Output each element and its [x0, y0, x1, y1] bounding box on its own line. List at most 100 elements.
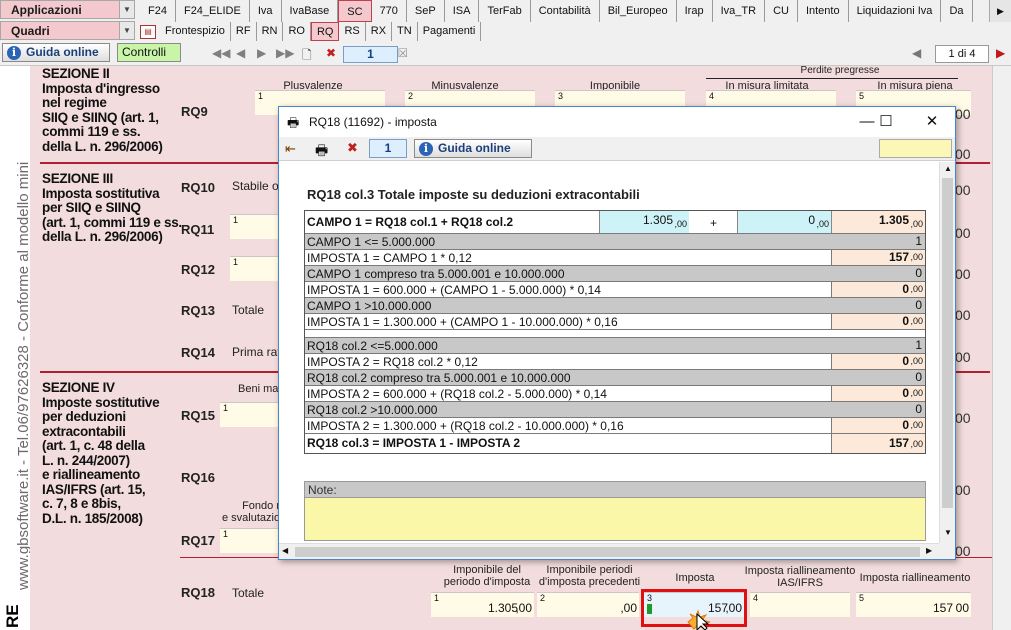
- tab-isa[interactable]: ISA: [445, 0, 480, 22]
- tab-f24[interactable]: F24: [140, 0, 176, 22]
- tab-f24-elide[interactable]: F24_ELIDE: [176, 0, 250, 22]
- subtab-ro[interactable]: RO: [283, 22, 311, 41]
- subtab-rq[interactable]: RQ: [310, 22, 340, 41]
- rq17-col1-field[interactable]: 1: [220, 528, 280, 553]
- delete-page-icon[interactable]: ✖: [326, 46, 336, 60]
- next-page-icon[interactable]: ▶: [996, 46, 1005, 60]
- chevron-down-icon[interactable]: ▼: [119, 22, 134, 39]
- row-label: CAMPO 1 compreso tra 5.000.001 e 10.000.…: [307, 267, 565, 281]
- rq18-col1-field[interactable]: 1 1.305,00: [431, 592, 534, 617]
- side-zero: 00: [955, 543, 971, 559]
- rq18-col2-field[interactable]: 2,00: [537, 592, 639, 617]
- tab-liquidazioni-iva[interactable]: Liquidazioni Iva: [849, 0, 942, 22]
- subtab-rn[interactable]: RN: [257, 22, 284, 41]
- subtab-rs[interactable]: RS: [339, 22, 366, 41]
- prev-page-icon[interactable]: ◀: [912, 46, 921, 60]
- next-record-icon[interactable]: ▶: [257, 46, 266, 60]
- tab-intento[interactable]: Intento: [798, 0, 849, 22]
- maximize-icon[interactable]: ☐: [871, 111, 901, 133]
- tab-bil-europeo[interactable]: Bil_Europeo: [600, 0, 677, 22]
- scroll-thumb[interactable]: [942, 178, 953, 508]
- row-value: 0: [902, 282, 909, 296]
- subtab-rx[interactable]: RX: [366, 22, 393, 41]
- decimal-suffix: ,00: [910, 420, 923, 430]
- quadri-select[interactable]: Quadri ▼: [0, 21, 135, 40]
- tab-contabilit-[interactable]: Contabilità: [531, 0, 600, 22]
- controlli-button[interactable]: Controlli: [117, 43, 181, 62]
- row-label: CAMPO 1 >10.000.000: [307, 299, 432, 313]
- tab-terfab[interactable]: TerFab: [479, 0, 531, 22]
- form-vertical-scrollbar[interactable]: [992, 66, 1011, 630]
- header-underline: [706, 78, 958, 79]
- dialog-guida-online-button[interactable]: i Guida online: [414, 139, 532, 158]
- last-record-icon[interactable]: ▶▶: [276, 46, 294, 60]
- tab-da[interactable]: Da: [941, 0, 973, 22]
- rq15-col1-field[interactable]: 1: [220, 402, 280, 427]
- rq18-col4-field[interactable]: 4: [750, 592, 850, 617]
- page-count: 1 di 4: [935, 45, 989, 63]
- campo1-total-value: 1.305: [878, 213, 909, 227]
- rq18-col5-value: 157: [932, 601, 953, 615]
- flag-cell: 0: [831, 266, 925, 281]
- side-zero: 00: [955, 349, 971, 365]
- exit-icon[interactable]: ⇤: [285, 141, 296, 157]
- close-icon[interactable]: ✕: [917, 111, 947, 133]
- dialog-yellow-field[interactable]: [879, 139, 952, 158]
- campo1-col2-input[interactable]: 0,00: [737, 211, 831, 233]
- amount-cell: 157,00: [831, 250, 925, 265]
- row-value: 0: [915, 298, 922, 312]
- subtab-tn[interactable]: TN: [392, 22, 418, 41]
- tab-sc[interactable]: SC: [338, 0, 372, 22]
- rq12-col1-field[interactable]: 1: [230, 256, 280, 281]
- rq11-col1-field[interactable]: 1: [230, 214, 280, 239]
- scroll-down-icon[interactable]: ▼: [944, 528, 952, 537]
- tab-cu[interactable]: CU: [765, 0, 798, 22]
- tab-iva[interactable]: Iva: [250, 0, 282, 22]
- quadri-label: Quadri: [11, 24, 50, 38]
- dialog-vertical-scrollbar[interactable]: ▲ ▼: [939, 162, 955, 543]
- row-value: 0: [902, 314, 909, 328]
- tab-irap[interactable]: Irap: [677, 0, 713, 22]
- row-value: 0: [915, 402, 922, 416]
- subtab-pagamenti[interactable]: Pagamenti: [418, 22, 482, 41]
- applicazioni-select[interactable]: Applicazioni ▼: [0, 0, 135, 19]
- rq18-col5-field[interactable]: 5 157 00: [856, 592, 971, 617]
- scroll-right-icon[interactable]: ▶: [926, 546, 932, 555]
- row-rq18-label: RQ18: [181, 585, 215, 600]
- tab-sep[interactable]: SeP: [407, 0, 445, 22]
- h-scroll-thumb[interactable]: [295, 547, 920, 557]
- page-number-field[interactable]: 1: [343, 46, 398, 63]
- side-zero: 00: [955, 182, 971, 198]
- first-record-icon[interactable]: ◀◀: [212, 46, 230, 60]
- campo1-col2-value: 0: [808, 213, 815, 227]
- section-4-title: SEZIONE IV Imposte sostitutive per deduz…: [42, 380, 160, 526]
- campo1-col1-input[interactable]: 1.305,00: [599, 211, 689, 233]
- tab-ivabase[interactable]: IvaBase: [282, 0, 339, 22]
- controlli-label: Controlli: [122, 45, 167, 59]
- dialog-horizontal-scrollbar[interactable]: ◀ ▶: [279, 543, 939, 559]
- subtab-frontespizio[interactable]: Frontespizio: [160, 22, 231, 41]
- subtab-rf[interactable]: RF: [231, 22, 257, 41]
- chevron-down-icon[interactable]: ▼: [119, 1, 134, 18]
- prev-record-icon[interactable]: ◀: [236, 46, 245, 60]
- tab-iva-tr[interactable]: Iva_TR: [713, 0, 766, 22]
- tab-770[interactable]: 770: [372, 0, 407, 22]
- row-label: RQ18 col.2 compreso tra 5.000.001 e 10.0…: [307, 371, 571, 385]
- table-row: RQ18 col.2 compreso tra 5.000.001 e 10.0…: [305, 370, 925, 386]
- dialog-titlebar[interactable]: 🖶 RQ18 (11692) - imposta — ☐ ✕: [279, 107, 955, 137]
- dialog-page-field[interactable]: 1: [369, 139, 407, 158]
- section-3-title: SEZIONE III Imposta sostitutiva per SIIQ…: [42, 171, 182, 244]
- flag-cell: 1: [831, 234, 925, 249]
- scroll-up-icon[interactable]: ▲: [944, 164, 952, 173]
- delete-icon[interactable]: ✖: [347, 140, 358, 156]
- notes-area[interactable]: Note:: [304, 481, 926, 541]
- decimal-suffix: ,00: [620, 601, 637, 615]
- table-spacer: [305, 330, 925, 338]
- tab-scroll-right-icon[interactable]: ▶: [989, 0, 1011, 22]
- section-2-title: SEZIONE II Imposta d'ingresso nel regime…: [42, 66, 163, 154]
- scroll-left-icon[interactable]: ◀: [282, 546, 288, 555]
- print-icon[interactable]: 🖶: [315, 140, 328, 164]
- amount-cell: 0,00: [831, 386, 925, 401]
- new-page-icon[interactable]: 🗋: [302, 46, 312, 67]
- goto-page-icon[interactable]: ⮽: [398, 46, 408, 61]
